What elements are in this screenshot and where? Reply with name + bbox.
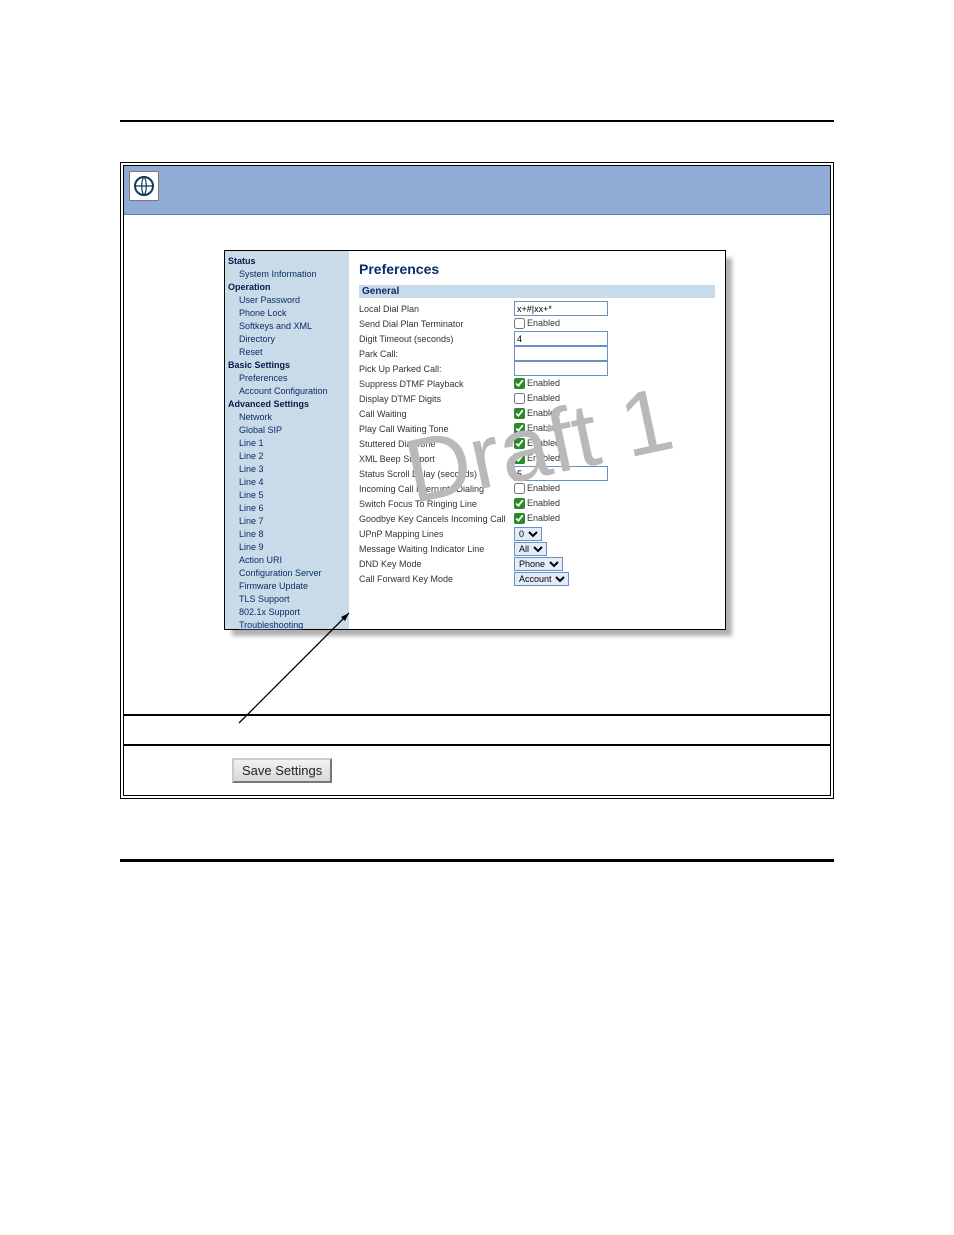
page-title: Preferences bbox=[359, 261, 715, 277]
nav-preferences[interactable]: Preferences bbox=[228, 372, 346, 385]
content-pane: Preferences General Local Dial Plan Send… bbox=[349, 251, 725, 629]
nav-system-information[interactable]: System Information bbox=[228, 268, 346, 281]
nav-configuration-server[interactable]: Configuration Server bbox=[228, 567, 346, 580]
checkbox-play-call-waiting-tone[interactable] bbox=[514, 423, 525, 434]
divider-row bbox=[124, 714, 830, 744]
sidebar: Status System Information Operation User… bbox=[225, 251, 349, 629]
input-status-scroll-delay[interactable] bbox=[514, 466, 608, 481]
nav-user-password[interactable]: User Password bbox=[228, 294, 346, 307]
checkbox-call-waiting[interactable] bbox=[514, 408, 525, 419]
checkbox-display-dtmf-digits[interactable] bbox=[514, 393, 525, 404]
label-incoming-call-interrupts-dialing: Incoming Call Interrupts Dialing bbox=[359, 484, 514, 494]
checkbox-incoming-call-interrupts-dialing[interactable] bbox=[514, 483, 525, 494]
nav-troubleshooting[interactable]: Troubleshooting bbox=[228, 619, 346, 632]
label-suppress-dtmf-playback: Suppress DTMF Playback bbox=[359, 379, 514, 389]
section-general: General bbox=[359, 285, 715, 298]
label-switch-focus-ringing-line: Switch Focus To Ringing Line bbox=[359, 499, 514, 509]
checkbox-switch-focus-ringing-line[interactable] bbox=[514, 498, 525, 509]
label-digit-timeout: Digit Timeout (seconds) bbox=[359, 334, 514, 344]
label-stuttered-dial-tone: Stuttered Dial Tone bbox=[359, 439, 514, 449]
checkbox-send-dial-plan-terminator[interactable] bbox=[514, 318, 525, 329]
input-pickup-parked-call[interactable] bbox=[514, 361, 608, 376]
label-upnp-mapping-lines: UPnP Mapping Lines bbox=[359, 529, 514, 539]
nav-line-4[interactable]: Line 4 bbox=[228, 476, 346, 489]
nav-tls-support[interactable]: TLS Support bbox=[228, 593, 346, 606]
label-play-call-waiting-tone: Play Call Waiting Tone bbox=[359, 424, 514, 434]
nav-advanced-settings: Advanced Settings bbox=[228, 398, 346, 411]
nav-status: Status bbox=[228, 255, 346, 268]
nav-line-2[interactable]: Line 2 bbox=[228, 450, 346, 463]
nav-reset[interactable]: Reset bbox=[228, 346, 346, 359]
input-park-call[interactable] bbox=[514, 346, 608, 361]
label-goodbye-key-cancels: Goodbye Key Cancels Incoming Call bbox=[359, 514, 514, 524]
label-dnd-key-mode: DND Key Mode bbox=[359, 559, 514, 569]
label-status-scroll-delay: Status Scroll Delay (seconds) bbox=[359, 469, 514, 479]
input-local-dial-plan[interactable] bbox=[514, 301, 608, 316]
checkbox-goodbye-key-cancels[interactable] bbox=[514, 513, 525, 524]
checkbox-stuttered-dial-tone[interactable] bbox=[514, 438, 525, 449]
select-upnp-mapping-lines[interactable]: 0 bbox=[514, 527, 542, 541]
nav-line-3[interactable]: Line 3 bbox=[228, 463, 346, 476]
nav-operation: Operation bbox=[228, 281, 346, 294]
save-settings-button[interactable]: Save Settings bbox=[232, 758, 332, 783]
nav-line-5[interactable]: Line 5 bbox=[228, 489, 346, 502]
select-dnd-key-mode[interactable]: Phone bbox=[514, 557, 563, 571]
nav-global-sip[interactable]: Global SIP bbox=[228, 424, 346, 437]
label-mwi-line: Message Waiting Indicator Line bbox=[359, 544, 514, 554]
screenshot: Status System Information Operation User… bbox=[224, 250, 724, 634]
nav-line-6[interactable]: Line 6 bbox=[228, 502, 346, 515]
label-call-waiting: Call Waiting bbox=[359, 409, 514, 419]
label-display-dtmf-digits: Display DTMF Digits bbox=[359, 394, 514, 404]
label-park-call: Park Call: bbox=[359, 349, 514, 359]
label-call-forward-key-mode: Call Forward Key Mode bbox=[359, 574, 514, 584]
nav-network[interactable]: Network bbox=[228, 411, 346, 424]
globe-icon bbox=[129, 171, 159, 201]
label-local-dial-plan: Local Dial Plan bbox=[359, 304, 514, 314]
nav-line-1[interactable]: Line 1 bbox=[228, 437, 346, 450]
label-pickup-parked-call: Pick Up Parked Call: bbox=[359, 364, 514, 374]
nav-8021x-support[interactable]: 802.1x Support bbox=[228, 606, 346, 619]
nav-line-8[interactable]: Line 8 bbox=[228, 528, 346, 541]
nav-phone-lock[interactable]: Phone Lock bbox=[228, 307, 346, 320]
checkbox-suppress-dtmf-playback[interactable] bbox=[514, 378, 525, 389]
checkbox-xml-beep-support[interactable] bbox=[514, 453, 525, 464]
save-row: Save Settings bbox=[124, 744, 830, 795]
input-digit-timeout[interactable] bbox=[514, 331, 608, 346]
label-send-dial-plan-terminator: Send Dial Plan Terminator bbox=[359, 319, 514, 329]
nav-line-7[interactable]: Line 7 bbox=[228, 515, 346, 528]
nav-softkeys-xml[interactable]: Softkeys and XML bbox=[228, 320, 346, 333]
nav-directory[interactable]: Directory bbox=[228, 333, 346, 346]
nav-basic-settings: Basic Settings bbox=[228, 359, 346, 372]
rule-top bbox=[120, 120, 834, 122]
rule-bottom bbox=[120, 859, 834, 862]
browser-window: Status System Information Operation User… bbox=[120, 162, 834, 799]
nav-account-configuration[interactable]: Account Configuration bbox=[228, 385, 346, 398]
title-bar bbox=[124, 166, 830, 215]
nav-line-9[interactable]: Line 9 bbox=[228, 541, 346, 554]
nav-action-uri[interactable]: Action URI bbox=[228, 554, 346, 567]
select-call-forward-key-mode[interactable]: Account bbox=[514, 572, 569, 586]
nav-firmware-update[interactable]: Firmware Update bbox=[228, 580, 346, 593]
select-mwi-line[interactable]: All bbox=[514, 542, 547, 556]
label-xml-beep-support: XML Beep Support bbox=[359, 454, 514, 464]
